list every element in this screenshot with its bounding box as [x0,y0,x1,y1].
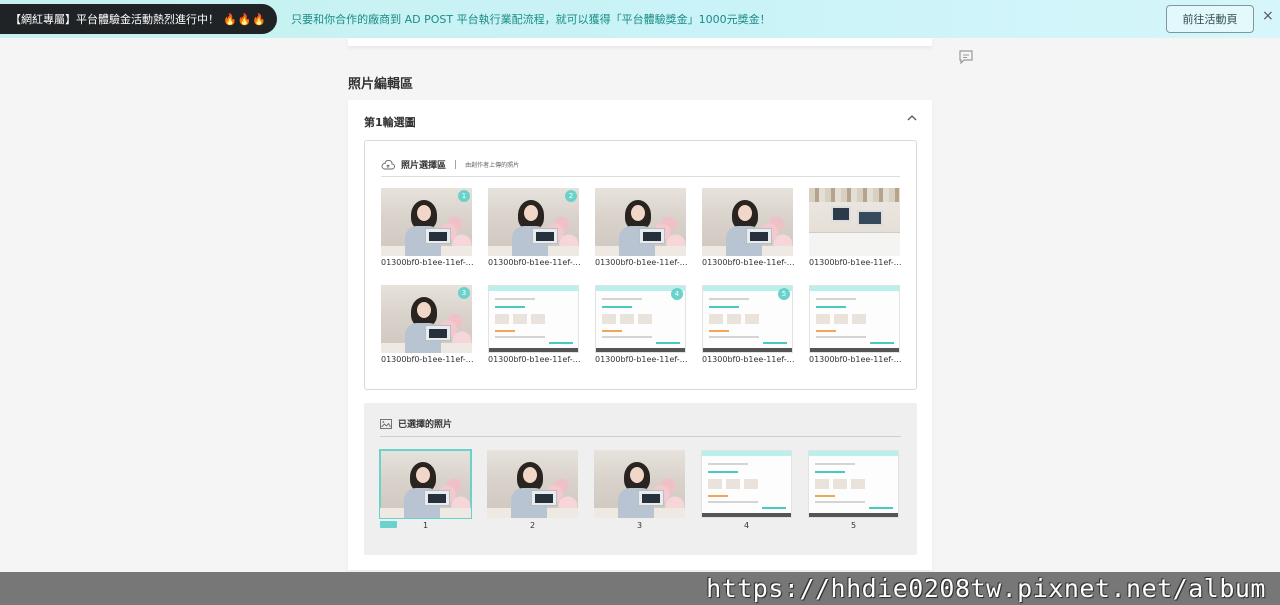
selected-photo-index: 3 [636,521,643,530]
selected-photo-index: 5 [850,521,857,530]
round-title: 第1輪選圖 [364,116,416,129]
selected-photo-image[interactable] [379,449,472,519]
selected-photo[interactable]: 4 [701,450,792,530]
cover-tag [380,521,397,528]
photo-filename: 01300bf0-b1ee-11ef-… [809,355,902,364]
previous-card-edge [348,38,932,46]
selected-photo-image[interactable] [487,450,578,518]
photo-image[interactable]: 4 [595,285,686,353]
photo-thumbnail[interactable]: 01300bf0-b1ee-11ef-… [488,285,581,364]
photo-filename: 01300bf0-b1ee-11ef-… [381,355,474,364]
fire-icon: 🔥🔥🔥 [223,12,268,26]
selection-order-badge: 3 [458,287,470,299]
selected-photos-header: 已選擇的照片 [380,411,901,437]
photo-filename: 01300bf0-b1ee-11ef-… [702,355,795,364]
round-card: 第1輪選圖 照片選擇區 | 由創作者上傳的照片 1 01300bf0-b1ee-1… [348,100,932,570]
selected-photo-index: 2 [529,521,536,530]
photo-picker-hint: 由創作者上傳的照片 [465,162,520,169]
photo-thumbnail[interactable]: 01300bf0-b1ee-11ef-… [595,188,688,267]
photo-filename: 01300bf0-b1ee-11ef-… [595,355,688,364]
photo-thumbnail[interactable]: 2 01300bf0-b1ee-11ef-… [488,188,581,267]
selected-photos-label: 已選擇的照片 [398,420,453,430]
promo-badge-text: 【網紅專屬】平台體驗金活動熱烈進行中！ [10,13,219,26]
image-icon [380,418,392,429]
photo-image[interactable] [595,188,686,256]
photo-thumbnail[interactable]: 3 01300bf0-b1ee-11ef-… [381,285,474,364]
promo-banner: 【網紅專屬】平台體驗金活動熱烈進行中！ 🔥🔥🔥 只要和你合作的廠商到 AD PO… [0,0,1280,38]
selected-photo[interactable]: 1 [379,449,472,530]
photo-image[interactable] [809,188,900,256]
photo-image[interactable] [488,285,579,353]
photo-image[interactable]: 5 [702,285,793,353]
photo-picker-label: 照片選擇區 [401,161,447,171]
selected-photo[interactable]: 2 [487,450,578,530]
selected-photo-image[interactable] [701,450,792,518]
photo-picker-header: 照片選擇區 | 由創作者上傳的照片 [381,153,900,177]
promo-badge: 【網紅專屬】平台體驗金活動熱烈進行中！ 🔥🔥🔥 [0,4,278,34]
chat-icon[interactable] [958,50,974,64]
photo-image[interactable] [702,188,793,256]
selection-order-badge: 4 [671,288,683,300]
photo-thumbnail[interactable]: 4 01300bf0-b1ee-11ef-… [595,285,688,364]
photo-filename: 01300bf0-b1ee-11ef-… [488,258,581,267]
watermark-text: https://hhdie0208tw.pixnet.net/album [706,574,1266,603]
selected-photo[interactable]: 5 [808,450,899,530]
photo-thumbnail[interactable]: 1 01300bf0-b1ee-11ef-… [381,188,474,267]
photo-filename: 01300bf0-b1ee-11ef-… [809,258,902,267]
close-icon[interactable]: × [1262,8,1274,24]
photo-filename: 01300bf0-b1ee-11ef-… [488,355,581,364]
photo-image[interactable] [809,285,900,353]
photo-picker: 照片選擇區 | 由創作者上傳的照片 1 01300bf0-b1ee-11ef-… 2… [364,140,917,390]
photo-filename: 01300bf0-b1ee-11ef-… [702,258,795,267]
photo-filename: 01300bf0-b1ee-11ef-… [595,258,688,267]
photo-thumbnail[interactable]: 5 01300bf0-b1ee-11ef-… [702,285,795,364]
photo-filename: 01300bf0-b1ee-11ef-… [381,258,474,267]
go-to-event-button[interactable]: 前往活動頁 [1166,5,1254,33]
photo-image[interactable]: 2 [488,188,579,256]
selection-order-badge: 1 [458,190,470,202]
watermark-bar: https://hhdie0208tw.pixnet.net/album [0,572,1280,605]
selected-photos: 已選擇的照片 1 2 3 4 5 [364,403,917,555]
selected-photo[interactable]: 3 [594,450,685,530]
photo-thumbnail[interactable]: 01300bf0-b1ee-11ef-… [809,285,902,364]
cloud-upload-icon [381,159,395,169]
photo-image[interactable]: 3 [381,285,472,353]
selected-photo-image[interactable] [594,450,685,518]
selected-photo-image[interactable] [808,450,899,518]
chevron-up-icon[interactable] [906,112,918,124]
photo-thumbnail[interactable]: 01300bf0-b1ee-11ef-… [702,188,795,267]
promo-message: 只要和你合作的廠商到 AD POST 平台執行業配流程，就可以獲得「平台體驗獎金… [291,13,771,26]
selected-photo-index: 4 [743,521,750,530]
separator: | [454,159,458,170]
selection-order-badge: 2 [565,190,577,202]
photo-image[interactable]: 1 [381,188,472,256]
photo-edit-section-title: 照片編輯區 [348,77,414,92]
selection-order-badge: 5 [778,288,790,300]
photo-thumbnail[interactable]: 01300bf0-b1ee-11ef-… [809,188,902,267]
